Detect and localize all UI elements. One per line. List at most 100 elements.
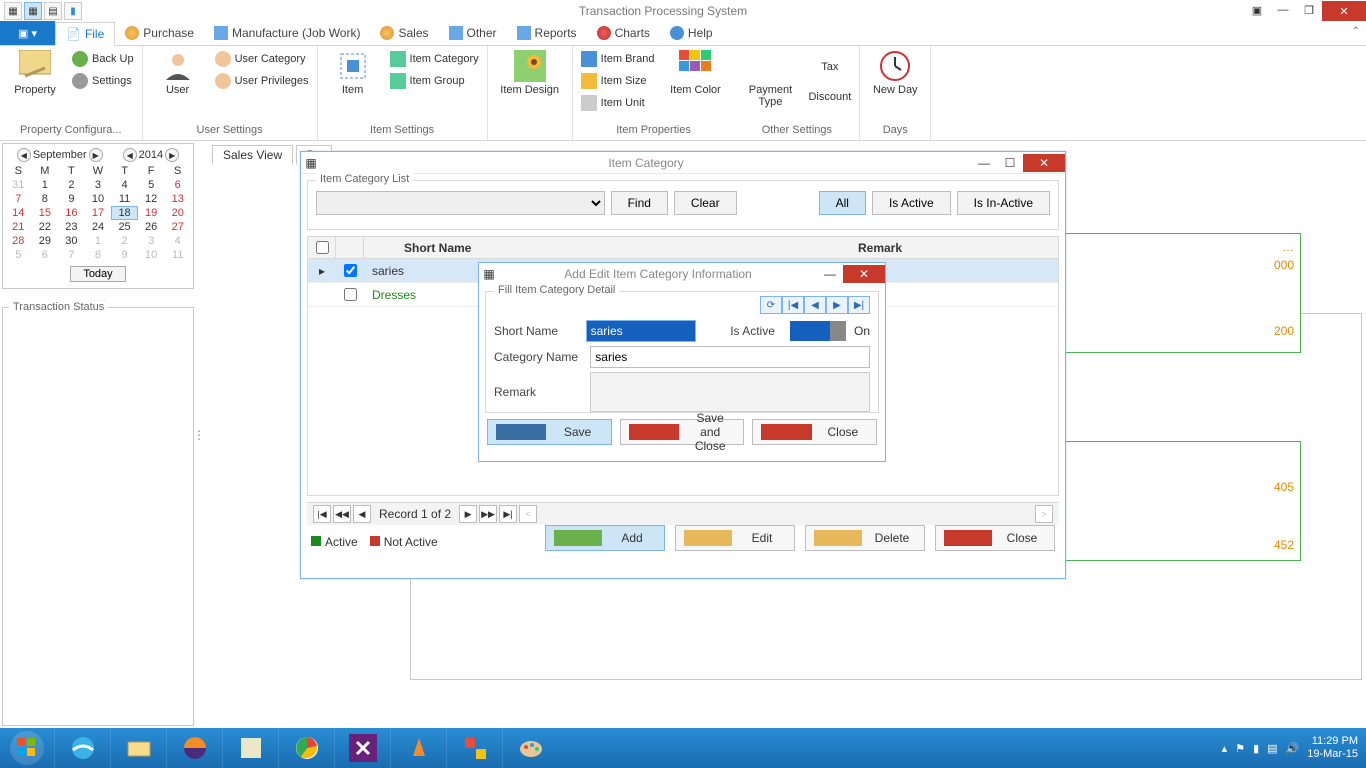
tab-sales-view[interactable]: Sales View: [212, 145, 293, 165]
year-prev[interactable]: ◀: [123, 148, 137, 162]
item-color-button[interactable]: Item Color: [662, 48, 728, 98]
taskbar-vlc[interactable]: [390, 728, 446, 768]
tax-button[interactable]: Tax: [806, 48, 853, 86]
is-active-button[interactable]: Is Active: [872, 191, 951, 215]
settings-button[interactable]: Settings: [70, 70, 136, 92]
quickaccess-btn-4[interactable]: ▮: [64, 2, 82, 20]
window-restore[interactable]: ❐: [1296, 1, 1322, 19]
ribbon-tab-purchase[interactable]: Purchase: [115, 21, 204, 45]
window-close[interactable]: ✕: [843, 265, 885, 283]
short-name-input[interactable]: [586, 320, 696, 342]
window-close[interactable]: ✕: [1023, 154, 1065, 172]
month-prev[interactable]: ◀: [17, 148, 31, 162]
ribbon-tab-other[interactable]: Other: [439, 21, 507, 45]
delete-button[interactable]: Delete: [805, 525, 925, 551]
item-category-button[interactable]: Item Category: [388, 48, 481, 70]
taskbar-ie[interactable]: [54, 728, 110, 768]
quickaccess-btn-3[interactable]: ▤: [44, 2, 62, 20]
prev-icon[interactable]: ◀: [804, 296, 826, 314]
row-checkbox[interactable]: [344, 288, 357, 301]
taskbar-firefox[interactable]: [166, 728, 222, 768]
property-button[interactable]: Property: [6, 48, 64, 98]
ribbon-tab-help[interactable]: Help: [660, 21, 723, 45]
user-privileges-button[interactable]: User Privileges: [213, 70, 311, 92]
clear-button[interactable]: Clear: [674, 191, 737, 215]
tray-flag-icon[interactable]: ⚑: [1235, 742, 1245, 755]
add-button[interactable]: Add: [545, 525, 665, 551]
first-icon[interactable]: |◀: [782, 296, 804, 314]
item-button[interactable]: Item: [324, 48, 382, 98]
remark-input[interactable]: [590, 372, 870, 412]
tray-up-icon[interactable]: ▴: [1222, 742, 1228, 755]
nav-first[interactable]: |◀: [313, 505, 331, 523]
ribbon-tab-charts[interactable]: Charts: [587, 21, 660, 45]
nav-extra2[interactable]: >: [1035, 505, 1053, 523]
month-next[interactable]: ▶: [89, 148, 103, 162]
nav-extra[interactable]: <: [519, 505, 537, 523]
user-category-button[interactable]: User Category: [213, 48, 311, 70]
ribbon-collapse-icon[interactable]: ⌃: [1352, 26, 1360, 37]
item-brand-button[interactable]: Item Brand: [579, 48, 657, 70]
taskbar[interactable]: ▴ ⚑ ▮ ▤ 🔊 11:29 PM 19-Mar-15: [0, 728, 1366, 768]
user-button[interactable]: User: [149, 48, 207, 98]
save-button[interactable]: Save: [487, 419, 612, 445]
find-button[interactable]: Find: [611, 191, 668, 215]
quickaccess-btn-1[interactable]: ▦: [4, 2, 22, 20]
nav-prev[interactable]: ◀: [353, 505, 371, 523]
ribbon-tab-sales[interactable]: Sales: [370, 21, 438, 45]
item-size-button[interactable]: Item Size: [579, 70, 657, 92]
window-minimize[interactable]: —: [817, 266, 843, 282]
taskbar-chrome[interactable]: [278, 728, 334, 768]
taskbar-app1[interactable]: [222, 728, 278, 768]
ribbon-tab-manufacture[interactable]: Manufacture (Job Work): [204, 21, 371, 45]
start-button[interactable]: [0, 728, 54, 768]
close-button[interactable]: Close: [752, 419, 877, 445]
clock[interactable]: 11:29 PM 19-Mar-15: [1307, 735, 1358, 761]
system-tray[interactable]: ▴ ⚑ ▮ ▤ 🔊 11:29 PM 19-Mar-15: [1222, 735, 1366, 761]
save-and-close-button[interactable]: Save and Close: [620, 419, 745, 445]
payment-type-button[interactable]: Payment Type: [740, 48, 800, 110]
ribbon-tab-home[interactable]: ▣ ▾: [0, 21, 55, 45]
nav-next-page[interactable]: ▶▶: [479, 505, 497, 523]
taskbar-paint[interactable]: [502, 728, 558, 768]
nav-next[interactable]: ▶: [459, 505, 477, 523]
window-close[interactable]: ✕: [1322, 1, 1366, 21]
tray-network-icon[interactable]: ▤: [1267, 742, 1277, 755]
today-button[interactable]: Today: [70, 266, 125, 282]
window-minimize[interactable]: —: [971, 155, 997, 171]
ribbon-tab-file[interactable]: 📄File: [55, 22, 115, 46]
next-icon[interactable]: ▶: [826, 296, 848, 314]
tray-volume-icon[interactable]: 🔊: [1286, 742, 1300, 755]
filter-dropdown[interactable]: [316, 191, 605, 215]
refresh-icon[interactable]: ⟳: [760, 296, 782, 314]
window-maximize[interactable]: ☐: [997, 155, 1023, 171]
select-all-checkbox[interactable]: [316, 241, 329, 254]
row-checkbox[interactable]: [344, 264, 357, 277]
last-icon[interactable]: ▶|: [848, 296, 870, 314]
calendar[interactable]: ◀September▶ ◀2014▶ SMTWTFS31123456789101…: [2, 143, 194, 289]
tray-battery-icon[interactable]: ▮: [1253, 742, 1259, 755]
close-button[interactable]: Close: [935, 525, 1055, 551]
is-inactive-button[interactable]: Is In-Active: [957, 191, 1050, 215]
quickaccess-btn-2[interactable]: ▦: [24, 2, 42, 20]
is-active-toggle[interactable]: [790, 321, 846, 341]
all-button[interactable]: All: [819, 191, 866, 215]
discount-button[interactable]: Discount: [806, 86, 853, 108]
calendar-grid[interactable]: SMTWTFS311234567891011121314151617181920…: [5, 164, 191, 262]
category-name-input[interactable]: [590, 346, 870, 368]
new-day-button[interactable]: New Day: [866, 48, 924, 98]
taskbar-visualstudio[interactable]: [334, 728, 390, 768]
edit-button[interactable]: Edit: [675, 525, 795, 551]
item-group-button[interactable]: Item Group: [388, 70, 481, 92]
ribbon-tab-reports[interactable]: Reports: [507, 21, 587, 45]
nav-last[interactable]: ▶|: [499, 505, 517, 523]
taskbar-explorer[interactable]: [110, 728, 166, 768]
ribbon-display-options[interactable]: ▣: [1244, 1, 1270, 19]
taskbar-app2[interactable]: [446, 728, 502, 768]
backup-button[interactable]: Back Up: [70, 48, 136, 70]
nav-prev-page[interactable]: ◀◀: [333, 505, 351, 523]
year-next[interactable]: ▶: [165, 148, 179, 162]
window-minimize[interactable]: —: [1270, 1, 1296, 19]
item-unit-button[interactable]: Item Unit: [579, 92, 657, 114]
item-design-button[interactable]: Item Design: [494, 48, 566, 98]
